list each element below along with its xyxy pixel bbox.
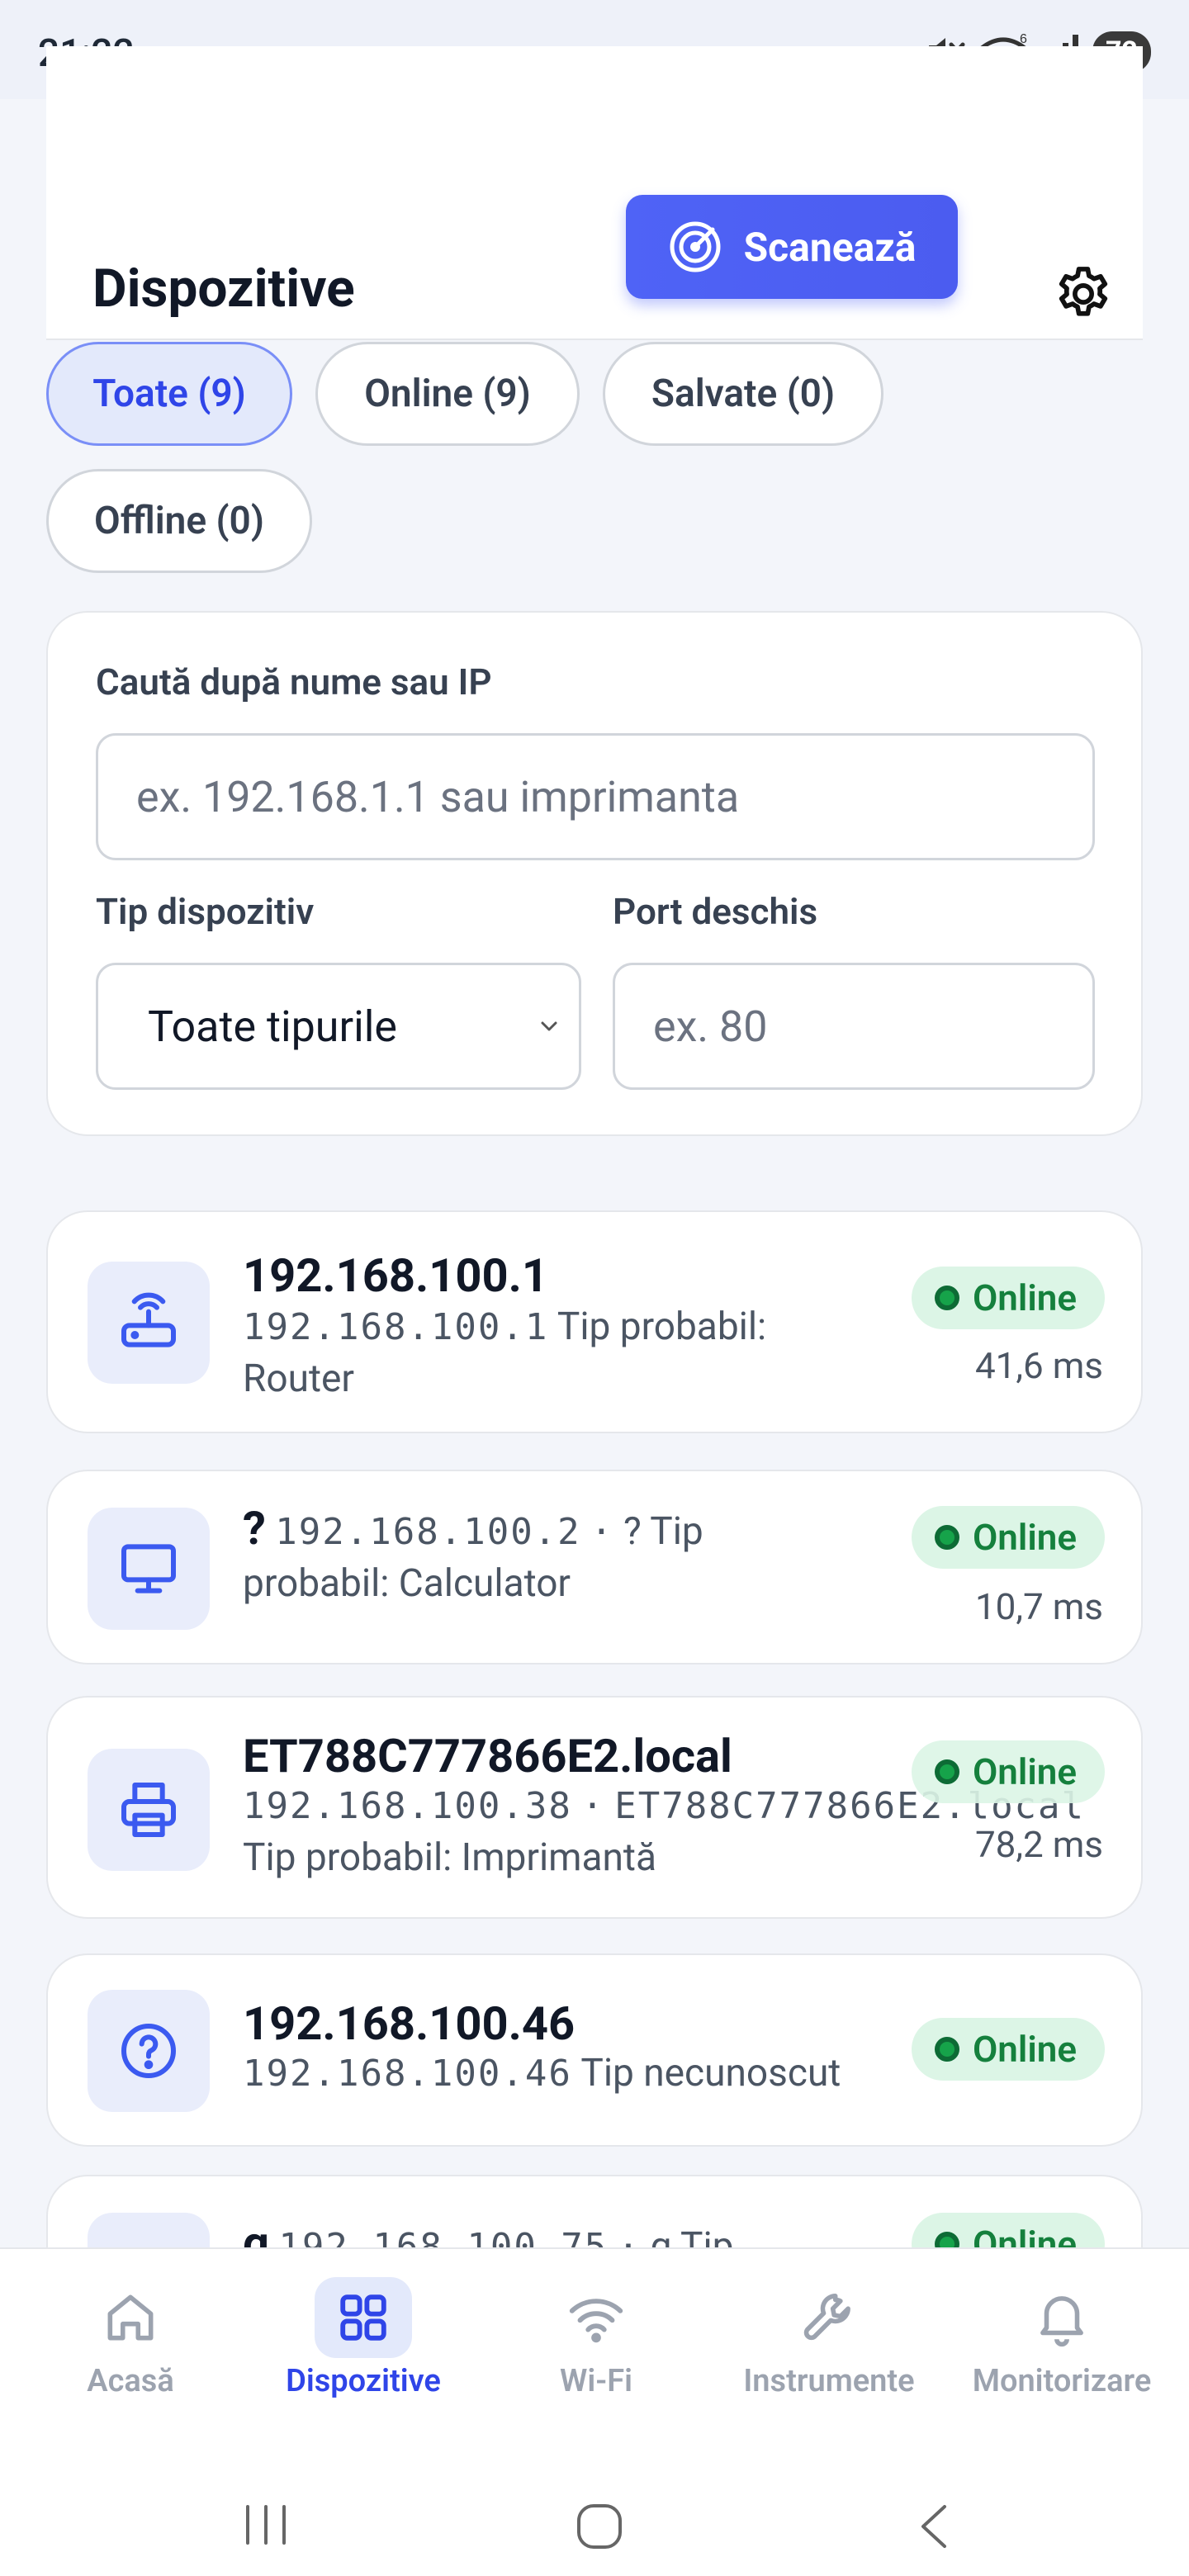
home-system-icon[interactable] bbox=[575, 2502, 624, 2551]
device-name: 192.168.100.46 bbox=[243, 1996, 576, 2051]
device-name: 192.168.100.1 bbox=[243, 1248, 549, 1303]
system-navigation-bar bbox=[0, 2464, 1189, 2576]
router-icon bbox=[88, 1262, 210, 1384]
svg-text:6: 6 bbox=[1020, 33, 1027, 46]
device-ip: 192.168.100.38 bbox=[243, 1785, 572, 1827]
device-details: 192.168.100.46 Tip necunoscut bbox=[243, 2048, 841, 2100]
online-dot-icon bbox=[934, 1525, 959, 1550]
device-card[interactable]: ET788C777866E2.local 192.168.100.38 · ET… bbox=[46, 1696, 1143, 1919]
nav-devices[interactable]: Dispozitive bbox=[256, 2277, 471, 2399]
scan-button[interactable]: Scanează bbox=[626, 195, 958, 299]
device-name: ? bbox=[243, 1501, 266, 1556]
chip-online[interactable]: Online (9) bbox=[315, 342, 580, 446]
device-type-label: Tip dispozitiv bbox=[96, 890, 315, 933]
nav-devices-label: Dispozitive bbox=[286, 2363, 441, 2399]
scan-button-label: Scanează bbox=[743, 223, 917, 271]
open-port-label: Port deschis bbox=[613, 890, 818, 933]
radar-icon bbox=[670, 221, 721, 272]
settings-gear-icon[interactable] bbox=[1052, 263, 1115, 325]
chevron-down-icon bbox=[541, 1021, 557, 1031]
device-ip: 192.168.100.2 bbox=[275, 1511, 581, 1553]
device-card[interactable]: 192.168.100.46 192.168.100.46 Tip necuno… bbox=[46, 1953, 1143, 2147]
nav-monitoring[interactable]: Monitorizare bbox=[955, 2277, 1169, 2399]
device-type-text: Tip bbox=[650, 1509, 703, 1554]
status-badge: Online bbox=[911, 2018, 1105, 2081]
device-details: 192.168.100.1 Tip probabil: Router bbox=[243, 1301, 766, 1404]
back-icon[interactable] bbox=[915, 2502, 951, 2551]
app-header: Dispozitive Scanează bbox=[46, 46, 1143, 340]
nav-home[interactable]: Acasă bbox=[23, 2277, 238, 2399]
recent-apps-icon[interactable] bbox=[241, 2503, 291, 2546]
device-name: ET788C777866E2.local bbox=[243, 1729, 732, 1783]
nav-wifi-label: Wi-Fi bbox=[560, 2363, 632, 2399]
status-badge: Online bbox=[911, 1267, 1105, 1329]
page-title: Dispozitive bbox=[92, 258, 355, 320]
chip-all[interactable]: Toate (9) bbox=[46, 342, 292, 446]
status-badge: Online bbox=[911, 1506, 1105, 1569]
device-card[interactable]: ? 192.168.100.2 · ? Tip probabil: Calcul… bbox=[46, 1470, 1143, 1664]
filter-card: Caută după nume sau IP ex. 192.168.1.1 s… bbox=[46, 611, 1143, 1136]
status-text: Online bbox=[972, 2028, 1077, 2071]
search-input[interactable]: ex. 192.168.1.1 sau imprimanta bbox=[96, 733, 1095, 860]
chip-saved[interactable]: Salvate (0) bbox=[603, 342, 883, 446]
question-icon bbox=[88, 1990, 210, 2112]
printer-icon bbox=[88, 1749, 210, 1871]
status-text: Online bbox=[972, 1750, 1077, 1793]
device-type-select[interactable]: Toate tipurile bbox=[96, 963, 581, 1090]
device-type-value: Router bbox=[243, 1357, 354, 1401]
device-latency: 10,7 ms bbox=[974, 1585, 1103, 1628]
status-text: Online bbox=[972, 1276, 1077, 1319]
grid-icon bbox=[315, 2277, 412, 2358]
device-host: ? bbox=[623, 1509, 642, 1554]
device-type-value: Toate tipurile bbox=[148, 1001, 397, 1052]
separator: · bbox=[590, 1511, 614, 1553]
nav-monitoring-label: Monitorizare bbox=[972, 2363, 1152, 2399]
open-port-input[interactable]: ex. 80 bbox=[613, 963, 1095, 1090]
online-dot-icon bbox=[934, 2037, 959, 2062]
nav-wifi[interactable]: Wi-Fi bbox=[489, 2277, 703, 2399]
wrench-icon bbox=[780, 2277, 878, 2358]
device-details: ? 192.168.100.2 · ? Tip probabil: Calcul… bbox=[243, 1503, 703, 1609]
device-latency: 78,2 ms bbox=[974, 1823, 1103, 1866]
device-ip: 192.168.100.46 bbox=[243, 2053, 572, 2095]
bottom-navigation: Acasă Dispozitive Wi-Fi Instrumente Moni… bbox=[0, 2247, 1189, 2576]
device-ip: 192.168.100.1 bbox=[243, 1306, 549, 1348]
status-text: Online bbox=[972, 1516, 1077, 1559]
separator: · bbox=[581, 1785, 605, 1827]
device-type-value: Tip probabil: Imprimantă bbox=[243, 1835, 656, 1880]
online-dot-icon bbox=[934, 1759, 959, 1784]
monitor-icon bbox=[88, 1508, 210, 1630]
device-type-value: Tip necunoscut bbox=[580, 2051, 841, 2095]
nav-tools-label: Instrumente bbox=[743, 2363, 915, 2399]
search-label: Caută după nume sau IP bbox=[96, 661, 492, 703]
bell-icon bbox=[1013, 2277, 1111, 2358]
chip-offline[interactable]: Offline (0) bbox=[46, 469, 312, 573]
home-icon bbox=[82, 2277, 179, 2358]
online-dot-icon bbox=[934, 1286, 959, 1310]
device-latency: 41,6 ms bbox=[974, 1344, 1103, 1387]
device-type-text: Tip probabil: bbox=[557, 1305, 767, 1349]
device-type-value: probabil: Calculator bbox=[243, 1561, 571, 1606]
nav-home-label: Acasă bbox=[87, 2363, 174, 2399]
wifi-icon bbox=[547, 2277, 645, 2358]
device-card[interactable]: 192.168.100.1 192.168.100.1 Tip probabil… bbox=[46, 1210, 1143, 1433]
status-badge: Online bbox=[911, 1740, 1105, 1803]
nav-tools[interactable]: Instrumente bbox=[722, 2277, 936, 2399]
